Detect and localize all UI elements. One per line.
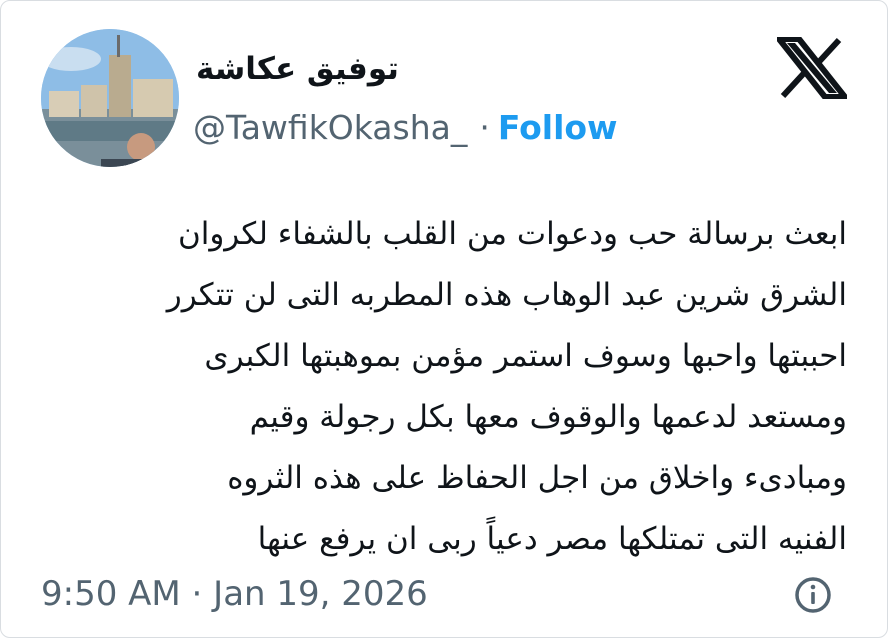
tweet-card: توفيق عكاشة @TawfikOkasha_ · Follow ابعث…: [0, 0, 888, 638]
tweet-line: احببتها واحبها وسوف استمر مؤمن بموهبتها …: [204, 338, 847, 374]
avatar-photo: [41, 29, 179, 167]
separator-dot: ·: [479, 108, 490, 147]
tweet-line: الفنيه التى تمتلكها مصر دعياً ربى ان يرف…: [257, 521, 847, 557]
author-name[interactable]: توفيق عكاشة: [196, 47, 399, 91]
tweet-line: ومستعد لدعمها والوقوف معها بكل رجولة وقي…: [249, 399, 847, 435]
x-logo-icon[interactable]: [772, 36, 852, 100]
tweet-timestamp[interactable]: 9:50 AM · Jan 19, 2026: [41, 571, 428, 617]
follow-button[interactable]: Follow: [498, 105, 618, 151]
tweet-line: ابعث برسالة حب ودعوات من القلب بالشفاء ل…: [177, 216, 847, 252]
avatar[interactable]: [41, 29, 179, 167]
info-icon[interactable]: [793, 575, 833, 615]
tweet-line: الشرق شرين عبد الوهاب هذه المطربه التى ل…: [166, 277, 847, 313]
tweet-text: ابعث برسالة حب ودعوات من القلب بالشفاء ل…: [41, 204, 847, 570]
author-handle[interactable]: @TawfikOkasha_: [193, 105, 467, 151]
author-handle-row: @TawfikOkasha_ · Follow: [193, 105, 618, 151]
tweet-line: ومبادىء واخلاق من اجل الحفاظ على هذه الث…: [227, 460, 847, 496]
